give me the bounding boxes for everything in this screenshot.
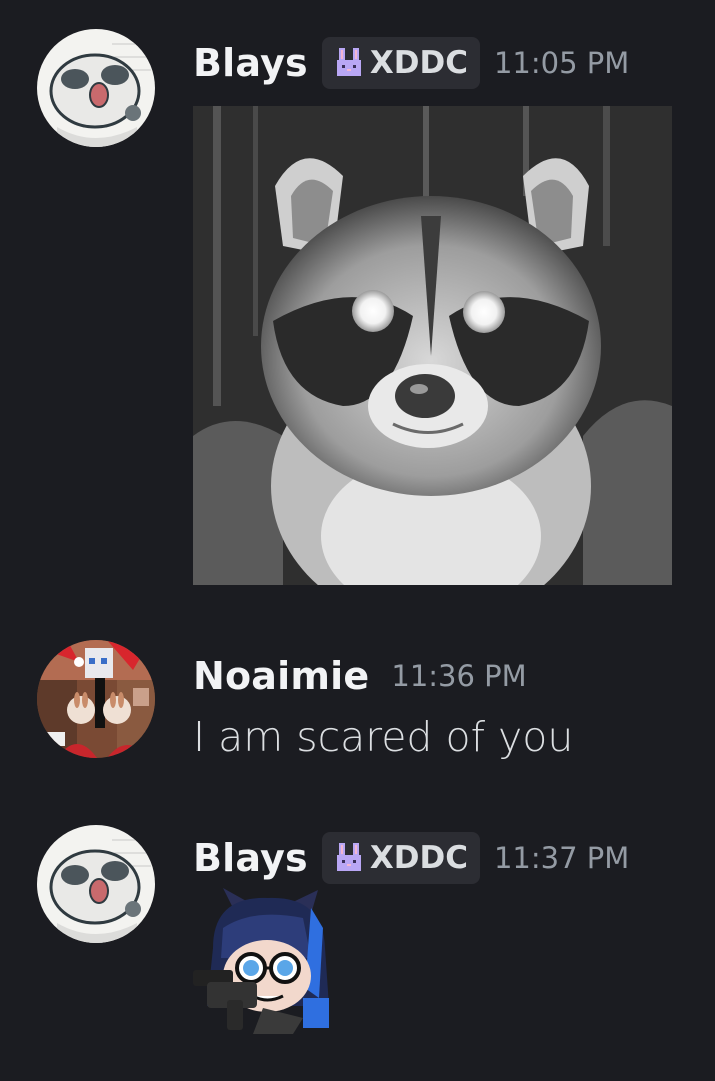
timestamp: 11:36 PM xyxy=(391,659,527,693)
message-header: Blays XDDC 11:05 PM xyxy=(193,35,629,91)
message-header: Noaimie 11:36 PM xyxy=(193,648,527,704)
server-tag[interactable]: XDDC xyxy=(321,832,480,884)
message-header: Blays XDDC 11:37 PM xyxy=(193,830,629,886)
bunny-icon xyxy=(336,843,361,871)
sticker-attachment[interactable] xyxy=(193,888,339,1034)
username[interactable]: Blays xyxy=(193,836,308,880)
user-avatar[interactable] xyxy=(37,640,155,758)
username[interactable]: Blays xyxy=(193,41,308,85)
timestamp: 11:05 PM xyxy=(493,46,630,80)
username[interactable]: Noaimie xyxy=(193,654,369,698)
bunny-icon xyxy=(336,48,361,76)
user-avatar[interactable] xyxy=(37,825,155,943)
server-tag-label: XDDC xyxy=(369,840,468,876)
image-attachment[interactable] xyxy=(193,106,672,585)
server-tag-label: XDDC xyxy=(369,45,468,81)
message-text: I am scared of you xyxy=(193,713,574,761)
timestamp: 11:37 PM xyxy=(493,841,630,875)
server-tag[interactable]: XDDC xyxy=(321,37,480,89)
user-avatar[interactable] xyxy=(37,29,155,147)
